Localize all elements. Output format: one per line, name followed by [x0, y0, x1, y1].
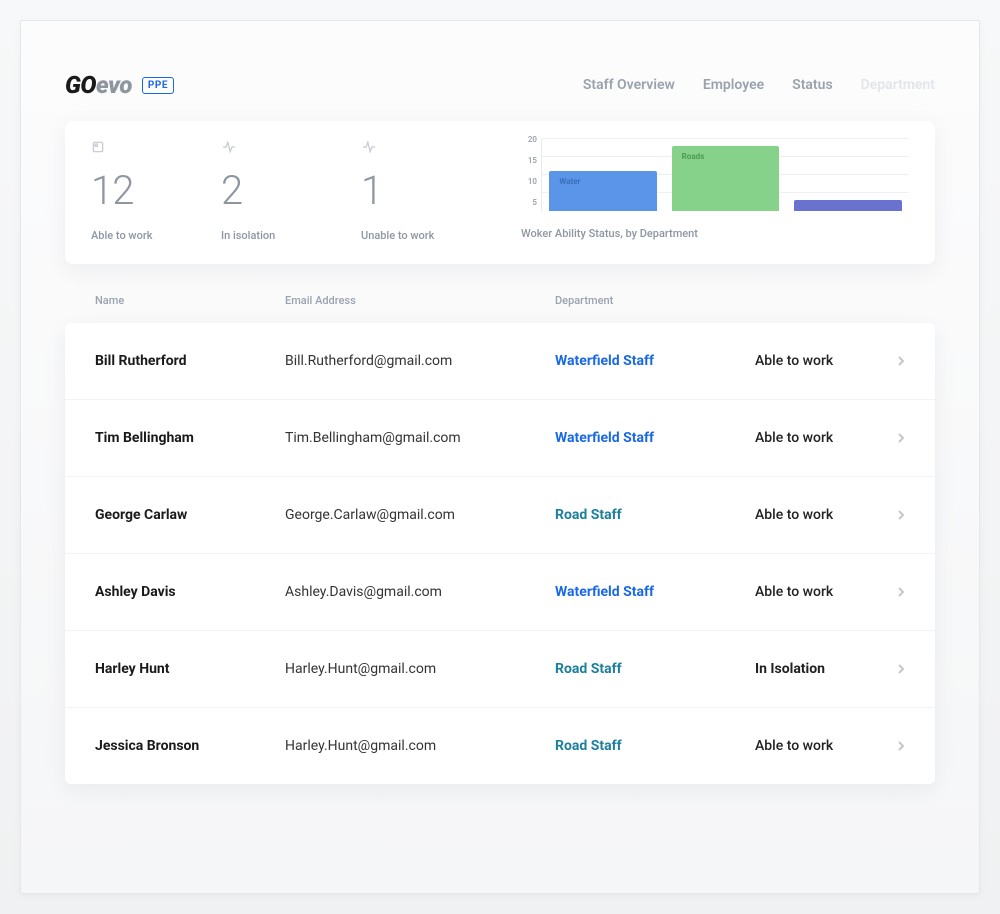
col-dept: Department: [555, 294, 755, 307]
y-tick: 10: [521, 177, 537, 186]
logo: GOevo PPE: [65, 71, 174, 99]
chart-caption: Woker Ability Status, by Department: [521, 227, 909, 240]
metric-value: 1: [361, 171, 491, 211]
cell-status: Able to work: [755, 353, 875, 369]
logo-go: GOevo: [65, 71, 132, 99]
metric-unable-to-work: 1 Unable to work: [361, 139, 491, 242]
col-email: Email Address: [285, 294, 555, 307]
nav-item-department[interactable]: Department: [861, 77, 935, 93]
metric-label: Able to work: [91, 229, 211, 242]
cell-name: Bill Rutherford: [95, 353, 285, 369]
bar-label: Roads: [682, 152, 705, 161]
y-tick: 15: [521, 156, 537, 165]
cell-dept: Waterfield Staff: [555, 430, 755, 446]
chart-plot: Water Roads: [541, 139, 909, 211]
dept-bar-chart: 2015105 WaterRoads: [521, 139, 909, 211]
metric-in-isolation: 2 In isolation: [221, 139, 351, 242]
cell-name: Harley Hunt: [95, 661, 285, 677]
chart-panel: 2015105 WaterRoads Woker Ability Status,…: [501, 139, 909, 242]
metric-value: 12: [91, 171, 211, 211]
chevron-right-icon[interactable]: [875, 355, 905, 367]
cell-name: Ashley Davis: [95, 584, 285, 600]
y-tick: 20: [521, 135, 537, 144]
chevron-right-icon[interactable]: [875, 432, 905, 444]
chevron-right-icon[interactable]: [875, 663, 905, 675]
staff-table: Bill RutherfordBill.Rutherford@gmail.com…: [65, 323, 935, 784]
metric-label: In isolation: [221, 229, 351, 242]
nav-item-staff-overview[interactable]: Staff Overview: [583, 77, 675, 93]
cell-dept: Road Staff: [555, 738, 755, 754]
cell-status: In Isolation: [755, 661, 875, 677]
cell-email: Ashley.Davis@gmail.com: [285, 584, 555, 600]
nav-item-employee[interactable]: Employee: [703, 77, 764, 93]
cell-name: Tim Bellingham: [95, 430, 285, 446]
app-frame: GOevo PPE Staff Overview Employee Status De…: [20, 20, 980, 894]
table-row[interactable]: Tim BellinghamTim.Bellingham@gmail.comWa…: [65, 400, 935, 477]
table-row[interactable]: Jessica BronsonHarley.Hunt@gmail.comRoad…: [65, 708, 935, 784]
metric-value: 2: [221, 171, 351, 211]
header: GOevo PPE Staff Overview Employee Status De…: [65, 47, 935, 121]
table-row[interactable]: Harley HuntHarley.Hunt@gmail.comRoad Sta…: [65, 631, 935, 708]
cell-status: Able to work: [755, 738, 875, 754]
cell-dept: Road Staff: [555, 661, 755, 677]
cell-email: George.Carlaw@gmail.com: [285, 507, 555, 523]
cell-status: Able to work: [755, 430, 875, 446]
chevron-right-icon[interactable]: [875, 509, 905, 521]
cell-dept: Road Staff: [555, 507, 755, 523]
chart-y-axis: 20 15 10 5: [521, 135, 541, 207]
chart-bar: [794, 200, 902, 211]
table-row[interactable]: George CarlawGeorge.Carlaw@gmail.comRoad…: [65, 477, 935, 554]
col-status: [755, 294, 875, 307]
bar-label: Water: [559, 177, 580, 186]
nav-item-status[interactable]: Status: [792, 77, 832, 93]
cell-email: Harley.Hunt@gmail.com: [285, 661, 555, 677]
chart-bar: Roads: [672, 146, 780, 211]
cell-dept: Waterfield Staff: [555, 584, 755, 600]
cell-status: Able to work: [755, 507, 875, 523]
col-name: Name: [95, 294, 285, 307]
pulse-icon: [361, 139, 491, 155]
metrics-card: 12 Able to work 2 In isolation 1 Unable to wo…: [65, 121, 935, 264]
cell-email: Harley.Hunt@gmail.com: [285, 738, 555, 754]
cell-email: Bill.Rutherford@gmail.com: [285, 353, 555, 369]
logo-badge: PPE: [142, 77, 174, 94]
y-tick: 5: [521, 198, 537, 207]
cell-email: Tim.Bellingham@gmail.com: [285, 430, 555, 446]
table-header: Name Email Address Department: [65, 294, 935, 323]
metric-able-to-work: 12 Able to work: [91, 139, 211, 242]
chevron-right-icon[interactable]: [875, 740, 905, 752]
metric-label: Unable to work: [361, 229, 491, 242]
table-row[interactable]: Ashley DavisAshley.Davis@gmail.comWaterf…: [65, 554, 935, 631]
cell-name: George Carlaw: [95, 507, 285, 523]
pulse-icon: [221, 139, 351, 155]
chart-bar: Water: [549, 171, 657, 211]
badge-icon: [91, 139, 211, 155]
cell-status: Able to work: [755, 584, 875, 600]
table-row[interactable]: Bill RutherfordBill.Rutherford@gmail.com…: [65, 323, 935, 400]
chevron-right-icon[interactable]: [875, 586, 905, 598]
top-nav: Staff Overview Employee Status Department: [583, 77, 935, 93]
cell-dept: Waterfield Staff: [555, 353, 755, 369]
cell-name: Jessica Bronson: [95, 738, 285, 754]
